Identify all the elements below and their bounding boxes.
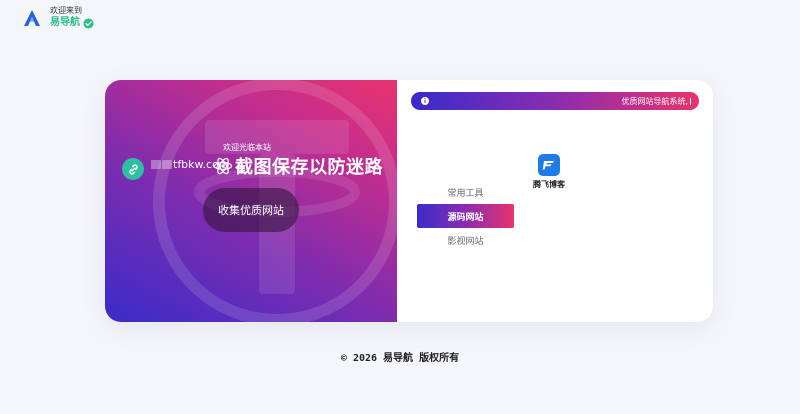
typing-cursor [690, 97, 691, 105]
verified-check-icon [83, 17, 94, 29]
hero-panel: 欢迎光临本站 tfbkw.com 截图保存以防迷路 收集优质网站 [105, 80, 397, 322]
collect-sites-button[interactable]: 收集优质网站 [203, 188, 299, 232]
tab-source-sites[interactable]: 源码网站 [417, 204, 514, 228]
site-name: 腾飞博客 [533, 180, 565, 189]
notice-inner: i 优质网站导航系统, [413, 94, 697, 108]
site-tile-tengfei[interactable]: 腾飞博客 [527, 154, 571, 190]
tengfei-logo-icon [538, 154, 560, 176]
brand-name: 易导航 [50, 17, 80, 28]
redacted-mark [151, 160, 161, 169]
brand-logo-icon [24, 10, 40, 26]
category-tabs: 常用工具 源码网站 影视网站 [417, 180, 514, 252]
notice-bar: i 优质网站导航系统, [411, 92, 699, 110]
atom-icon [213, 157, 233, 175]
tab-common-tools[interactable]: 常用工具 [417, 180, 514, 204]
main-card: 欢迎光临本站 tfbkw.com 截图保存以防迷路 收集优质网站 i 优质网站导… [105, 80, 713, 322]
tengfei-f-icon [542, 161, 554, 170]
info-icon: i [421, 97, 429, 105]
link-badge [122, 158, 144, 180]
notice-text: 优质网站导航系统, [621, 96, 691, 107]
brand-greeting: 欢迎来到 [50, 6, 82, 15]
notice-message: 优质网站导航系统, [621, 96, 688, 106]
tab-video-sites[interactable]: 影视网站 [417, 228, 514, 252]
brand-name-row: 易导航 [50, 16, 94, 30]
welcome-text: 欢迎光临本站 [223, 143, 271, 152]
link-icon [128, 163, 138, 175]
brand-header[interactable]: 欢迎来到 易导航 [22, 6, 94, 30]
hero-slogan: 截图保存以防迷路 [235, 157, 383, 178]
footer-copyright: © 2026 易导航 版权所有 [340, 353, 460, 364]
brand-text: 欢迎来到 易导航 [50, 6, 94, 30]
redacted-mark [162, 160, 172, 169]
